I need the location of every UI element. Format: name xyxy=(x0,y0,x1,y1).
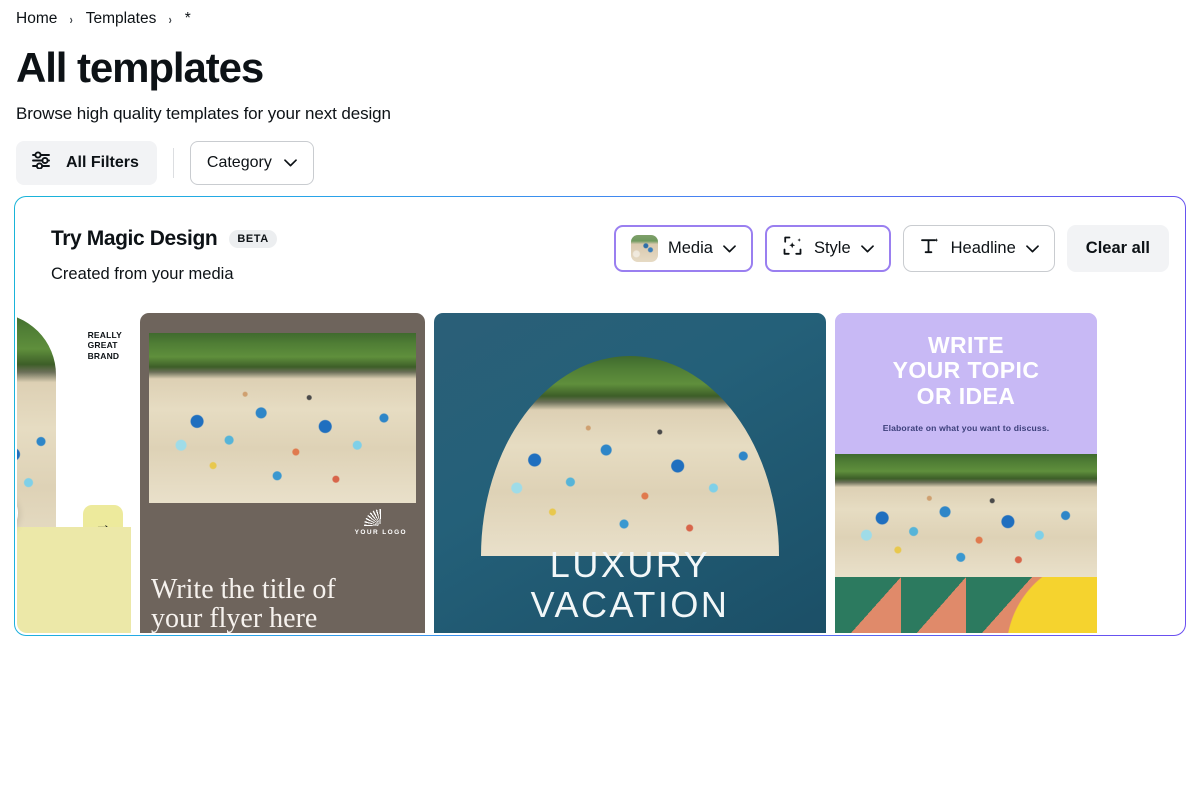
template-geometric-pattern xyxy=(835,576,1097,633)
chevron-right-icon: › xyxy=(69,11,74,27)
template-card[interactable]: REALLY GREAT BRAND → ea want to discuss.… xyxy=(17,312,131,633)
chevron-down-icon xyxy=(723,239,736,258)
template-thumbnail[interactable]: REALLY GREAT BRAND → ea want to discuss. xyxy=(17,312,131,633)
text-sparkle-icon xyxy=(919,235,941,262)
all-filters-label: All Filters xyxy=(66,153,139,171)
template-card[interactable]: WRITE YOUR TOPIC OR IDEA Elaborate on wh… xyxy=(835,312,1097,633)
media-label: Media xyxy=(668,238,713,257)
template-image xyxy=(481,355,779,556)
template-title: LUXURY VACATION xyxy=(530,543,730,625)
chevron-down-icon xyxy=(1025,239,1039,258)
template-card[interactable]: YOUR LOGO Write the title of your flyer … xyxy=(140,312,425,633)
magic-design-controls: Media Style Headline Clear all xyxy=(614,223,1169,272)
media-dropdown[interactable]: Media xyxy=(614,224,753,272)
template-logo: YOUR LOGO xyxy=(354,508,407,536)
quarter-circle-shape xyxy=(1005,576,1097,633)
category-label: Category xyxy=(206,153,272,171)
breadcrumb-item-current[interactable]: * xyxy=(185,10,191,28)
template-brand-text: REALLY GREAT BRAND xyxy=(87,329,122,361)
template-thumbnail[interactable]: WRITE YOUR TOPIC OR IDEA Elaborate on wh… xyxy=(835,312,1097,633)
style-label: Style xyxy=(813,238,851,257)
headline-dropdown[interactable]: Headline xyxy=(902,224,1055,272)
clear-all-button[interactable]: Clear all xyxy=(1066,224,1169,272)
breadcrumb-item-templates[interactable]: Templates xyxy=(86,10,157,28)
style-dropdown[interactable]: Style xyxy=(764,224,891,272)
template-thumbnail[interactable]: YOUR LOGO Write the title of your flyer … xyxy=(140,312,425,633)
media-thumbnail-icon xyxy=(631,234,658,262)
sparkle-frame-icon xyxy=(782,235,804,262)
template-accent-panel: ea want to discuss. xyxy=(17,526,131,633)
sliders-icon xyxy=(32,151,54,174)
page-subtitle: Browse high quality templates for your n… xyxy=(16,103,391,123)
template-title: WRITE YOUR TOPIC OR IDEA xyxy=(892,332,1040,409)
magic-design-panel: Try Magic Design BETA Created from your … xyxy=(14,196,1186,636)
magic-design-subtitle: Created from your media xyxy=(51,264,234,283)
chevron-down-icon xyxy=(283,154,297,172)
chevron-down-icon xyxy=(860,239,874,258)
template-image xyxy=(835,453,1097,577)
template-thumbnail[interactable]: LUXURY VACATION Top 5 luxury resorts ♛ xyxy=(434,312,826,633)
template-card[interactable]: LUXURY VACATION Top 5 luxury resorts ♛ I… xyxy=(434,312,826,633)
magic-design-title: Try Magic Design xyxy=(51,226,218,250)
template-header-block: WRITE YOUR TOPIC OR IDEA Elaborate on wh… xyxy=(835,312,1097,454)
magic-design-panel-inner: Try Magic Design BETA Created from your … xyxy=(17,199,1183,633)
filter-toolbar: All Filters Category xyxy=(0,124,1200,185)
sunburst-fan-icon xyxy=(363,508,398,526)
template-image xyxy=(149,332,416,503)
magic-design-title-block: Try Magic Design BETA Created from your … xyxy=(51,223,277,284)
template-title: Write the title of your flyer here xyxy=(151,573,336,633)
page-header: All templates Browse high quality templa… xyxy=(0,32,1200,124)
template-logo-text: YOUR LOGO xyxy=(354,528,407,536)
chevron-right-icon: › xyxy=(168,11,173,27)
magic-design-header: Try Magic Design BETA Created from your … xyxy=(17,199,1183,284)
toolbar-divider xyxy=(172,147,174,178)
page-title: All templates xyxy=(16,44,264,91)
headline-label: Headline xyxy=(950,238,1016,257)
template-subtitle: Elaborate on what you want to discuss. xyxy=(882,422,1050,433)
all-filters-button[interactable]: All Filters xyxy=(16,140,157,185)
beta-badge: BETA xyxy=(229,229,277,248)
breadcrumb: Home › Templates › * xyxy=(0,0,1200,32)
breadcrumb-item-home[interactable]: Home xyxy=(16,10,57,28)
template-carousel: REALLY GREAT BRAND → ea want to discuss.… xyxy=(17,312,1183,633)
category-dropdown[interactable]: Category xyxy=(189,140,314,185)
